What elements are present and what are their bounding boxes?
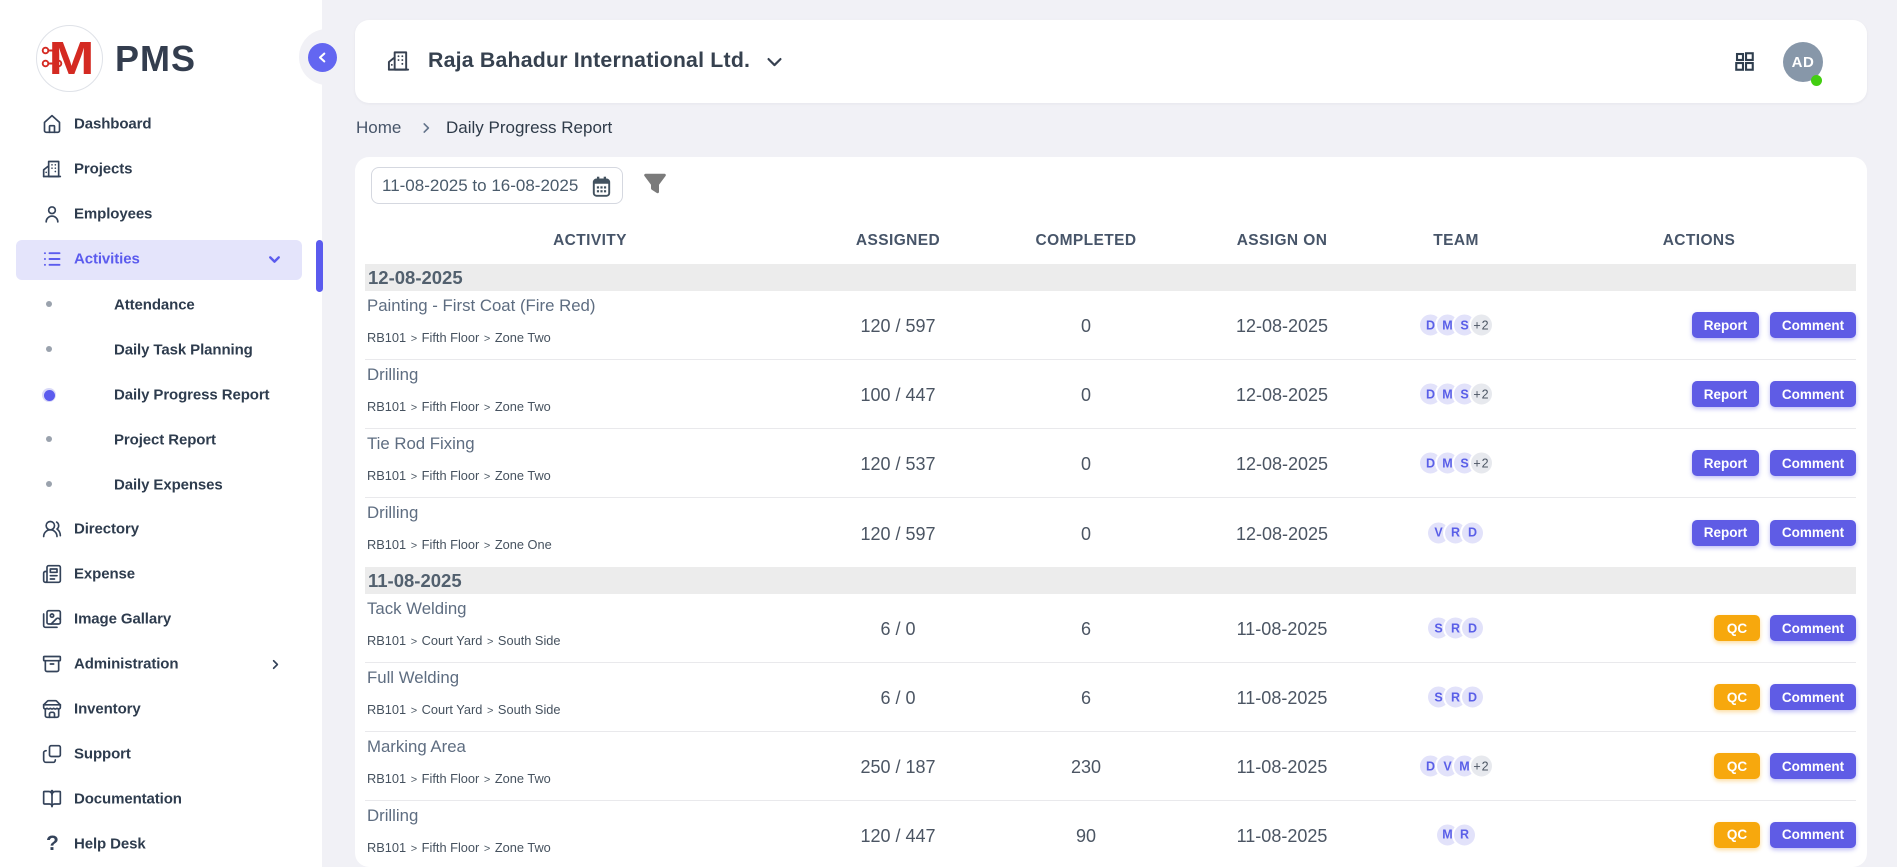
svg-text:M: M (49, 32, 95, 84)
